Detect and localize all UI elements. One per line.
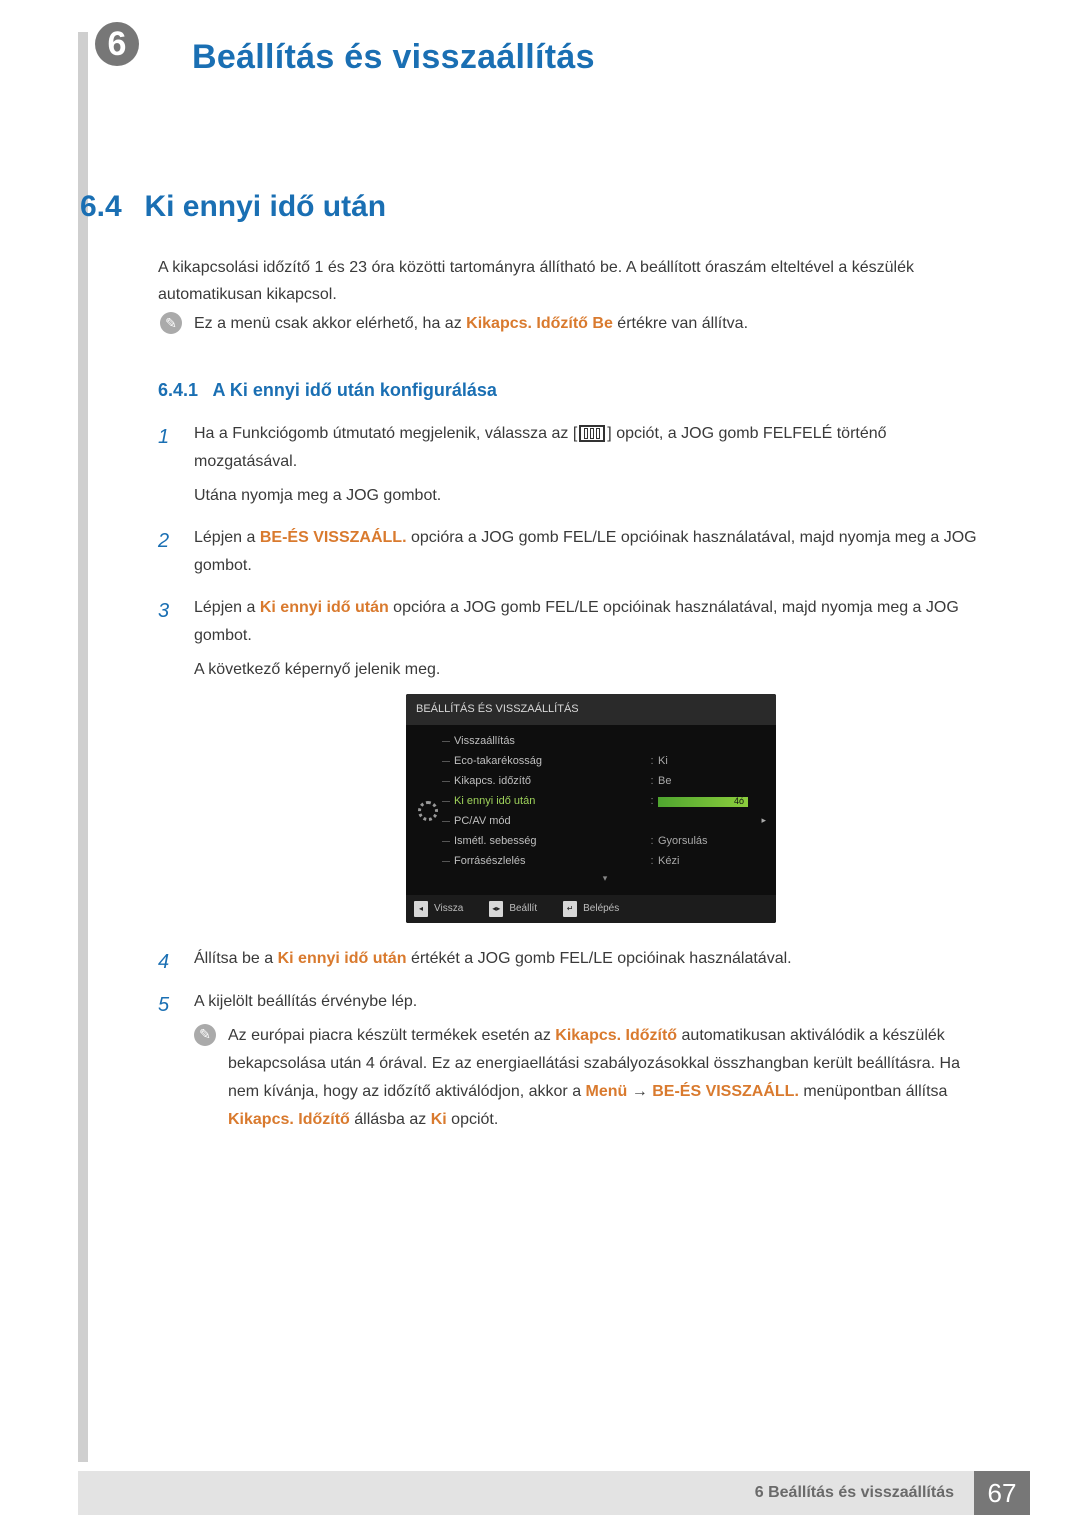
enter-key-icon: ↵ [563,901,577,917]
osd-item: Visszaállítás [442,732,768,751]
sidebar-rule [78,32,88,1462]
info-icon: ✎ [194,1024,216,1046]
osd-item-selected: Ki ennyi idő után [442,792,646,811]
step-4: 4 Állítsa be a Ki ennyi idő után értékét… [158,945,988,980]
step-number: 4 [158,945,176,980]
section-intro-text: A kikapcsolási időzítő 1 és 23 óra közöt… [158,254,988,308]
info-icon: ✎ [160,312,182,334]
section-heading: 6.4 Ki ennyi idő után [80,190,980,224]
osd-item: Kikapcs. időzítő [442,772,646,791]
osd-item: Ismétl. sebesség [442,832,646,851]
osd-progress-bar: 4ó [658,797,748,807]
step-2: 2 Lépjen a BE-ÉS VISSZAÁLL. opcióra a JO… [158,524,988,586]
osd-value: Be [658,772,768,791]
step-5: 5 A kijelölt beállítás érvénybe lép. ✎ A… [158,988,988,1134]
step-number: 2 [158,524,176,586]
subsection-title: A Ki ennyi idő után konfigurálása [213,380,497,401]
back-key-icon: ◂ [414,901,428,917]
chevron-right-icon: ▸ [761,813,766,829]
osd-item: Eco-takarékosság [442,752,646,771]
note-availability: ✎ Ez a menü csak akkor elérhető, ha az K… [160,310,980,337]
note-eu-timer: ✎ Az európai piacra készült termékek ese… [194,1022,988,1134]
osd-value: Gyorsulás [658,832,768,851]
step-1: 1 Ha a Funkciógomb útmutató megjelenik, … [158,420,988,516]
osd-value: Ki [658,752,768,771]
set-key-icon: ◂▸ [489,901,503,917]
arrow-right-icon: → [632,1083,648,1100]
chapter-title: Beállítás és visszaállítás [192,38,595,77]
osd-footer: ◂Vissza ◂▸Beállít ↵Belépés [406,895,776,923]
section-title: Ki ennyi idő után [144,190,386,224]
steps-list: 1 Ha a Funkciógomb útmutató megjelenik, … [158,420,988,1142]
osd-title: BEÁLLÍTÁS ÉS VISSZAÁLLÍTÁS [406,694,776,725]
chevron-down-icon: ▾ [442,871,768,891]
subsection-number: 6.4.1 [158,380,198,401]
footer-chapter-label: 6 Beállítás és visszaállítás [78,1471,974,1515]
step-3: 3 Lépjen a Ki ennyi idő után opcióra a J… [158,594,988,937]
note-text: Ez a menü csak akkor elérhető, ha az Kik… [194,310,748,337]
menu-icon [579,425,605,442]
chapter-number-badge: 6 [95,22,139,66]
step-number: 1 [158,420,176,516]
footer-page-number: 67 [974,1471,1030,1515]
osd-item: Forrásészlelés [442,852,646,871]
subsection-heading: 6.4.1 A Ki ennyi idő után konfigurálása [158,380,497,401]
osd-item: PC/AV mód [442,812,761,831]
gear-icon [418,801,438,821]
section-number: 6.4 [80,190,140,224]
step-number: 5 [158,988,176,1134]
page-footer: 6 Beállítás és visszaállítás 67 [78,1471,1030,1515]
step-number: 3 [158,594,176,937]
osd-screenshot: BEÁLLÍTÁS ÉS VISSZAÁLLÍTÁS Visszaállítás… [406,694,776,923]
osd-value: Kézi [658,852,768,871]
